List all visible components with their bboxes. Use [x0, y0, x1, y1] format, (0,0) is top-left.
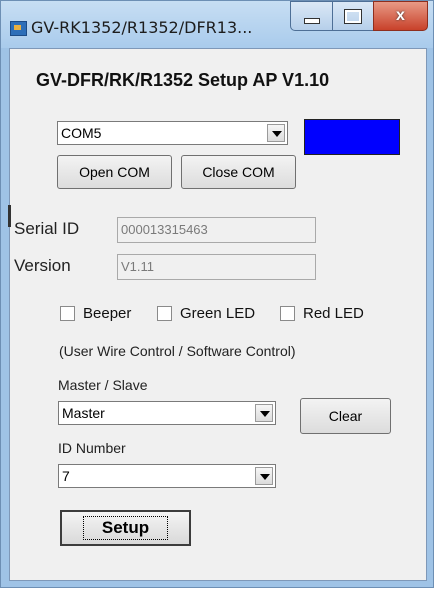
id-number-value: 7 — [62, 468, 70, 484]
red-led-label: Red LED — [303, 305, 364, 322]
green-led-label: Green LED — [180, 305, 256, 322]
control-note: (User Wire Control / Software Control) — [59, 343, 296, 359]
checkbox-box[interactable] — [157, 306, 172, 321]
green-led-checkbox[interactable]: Green LED — [157, 305, 255, 322]
app-heading: GV-DFR/RK/R1352 Setup AP V1.10 — [36, 70, 330, 90]
com-status-indicator — [304, 119, 400, 155]
serial-id-field[interactable]: 000013315463 — [117, 217, 316, 243]
checkbox-box[interactable] — [60, 306, 75, 321]
chevron-down-icon[interactable] — [255, 404, 273, 422]
maximize-icon — [345, 9, 361, 23]
clear-button[interactable]: Clear — [300, 398, 391, 434]
master-slave-label: Master / Slave — [58, 377, 148, 393]
minimize-icon — [303, 18, 320, 24]
close-com-button[interactable]: Close COM — [181, 155, 296, 189]
close-button[interactable]: x — [373, 1, 428, 31]
window-title: GV-RK1352/R1352/DFR13... — [31, 18, 253, 37]
setup-button[interactable]: Setup — [60, 510, 191, 546]
setup-label: Setup — [82, 516, 169, 540]
com-port-value: COM5 — [61, 125, 102, 141]
maximize-button[interactable] — [332, 1, 374, 31]
master-slave-value: Master — [62, 405, 105, 421]
version-field[interactable]: V1.11 — [117, 254, 316, 280]
id-number-select[interactable]: 7 — [58, 464, 276, 488]
minimize-button[interactable] — [290, 1, 333, 31]
chevron-down-icon[interactable] — [267, 124, 285, 142]
app-icon — [10, 21, 27, 36]
version-label: Version — [14, 256, 71, 275]
beeper-checkbox[interactable]: Beeper — [60, 305, 131, 322]
open-com-button[interactable]: Open COM — [57, 155, 172, 189]
master-slave-select[interactable]: Master — [58, 401, 276, 425]
serial-id-label: Serial ID — [14, 219, 80, 238]
close-icon: x — [396, 7, 405, 24]
window-controls: x — [290, 1, 428, 32]
red-led-checkbox[interactable]: Red LED — [280, 305, 364, 322]
title-bar[interactable]: GV-RK1352/R1352/DFR13... x — [1, 1, 433, 48]
chevron-down-icon[interactable] — [255, 467, 273, 485]
id-number-label: ID Number — [58, 440, 126, 456]
com-port-select[interactable]: COM5 — [57, 121, 288, 145]
beeper-label: Beeper — [83, 305, 132, 322]
checkbox-box[interactable] — [280, 306, 295, 321]
window-edge-marker — [8, 205, 11, 227]
